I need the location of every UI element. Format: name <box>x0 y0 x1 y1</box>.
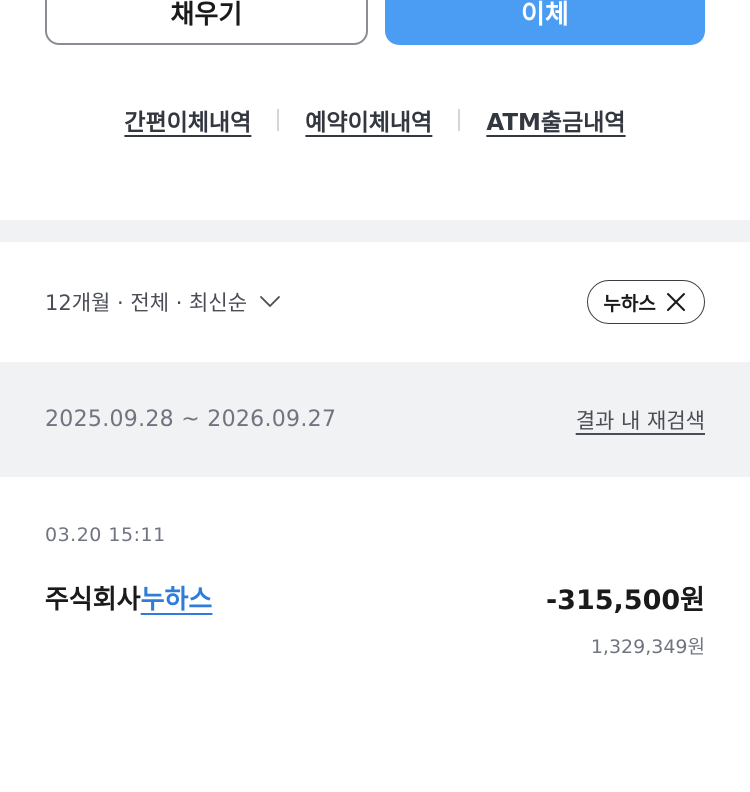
search-within-results-link[interactable]: 결과 내 재검색 <box>576 405 705 435</box>
transfer-button[interactable]: 이체 <box>385 0 705 45</box>
scheduled-transfer-history-link[interactable]: 예약이체내역 <box>301 103 436 137</box>
filter-summary-text: 12개월 · 전체 · 최신순 <box>45 291 248 315</box>
search-keyword-chip[interactable]: 누하스 <box>586 280 705 324</box>
history-links: 간편이체내역 예약이체내역 ATM출금내역 <box>0 100 750 140</box>
close-icon[interactable] <box>666 292 686 312</box>
transaction-balance: 1,329,349원 <box>590 636 705 658</box>
transaction-history-screen: 채우기 이체 간편이체내역 예약이체내역 ATM출금내역 12개월 · 전체 ·… <box>0 0 750 792</box>
transaction-name: 주식회사누하스 <box>45 579 212 616</box>
filter-row: 12개월 · 전체 · 최신순 누하스 <box>45 280 705 324</box>
simple-transfer-history-link[interactable]: 간편이체내역 <box>120 103 255 137</box>
transaction-datetime: 03.20 15:11 <box>45 524 166 546</box>
transaction-name-highlight: 누하스 <box>140 585 213 615</box>
divider <box>277 109 280 131</box>
chevron-down-icon <box>259 295 281 309</box>
section-divider-band <box>0 220 750 242</box>
action-buttons: 채우기 이체 <box>45 0 705 45</box>
transaction-row[interactable]: 주식회사누하스 -315,500원 <box>45 578 705 617</box>
date-range-bar: 2025.09.28 ~ 2026.09.27 결과 내 재검색 <box>0 362 750 477</box>
divider <box>458 109 461 131</box>
chip-label: 누하스 <box>603 292 656 315</box>
atm-withdrawal-history-link[interactable]: ATM출금내역 <box>482 103 629 137</box>
transaction-amount: -315,500원 <box>545 585 705 616</box>
filter-dropdown[interactable]: 12개월 · 전체 · 최신순 <box>45 287 281 317</box>
refill-button[interactable]: 채우기 <box>45 0 368 45</box>
date-range-text: 2025.09.28 ~ 2026.09.27 <box>45 407 337 432</box>
transaction-name-prefix: 주식회사 <box>45 585 141 615</box>
